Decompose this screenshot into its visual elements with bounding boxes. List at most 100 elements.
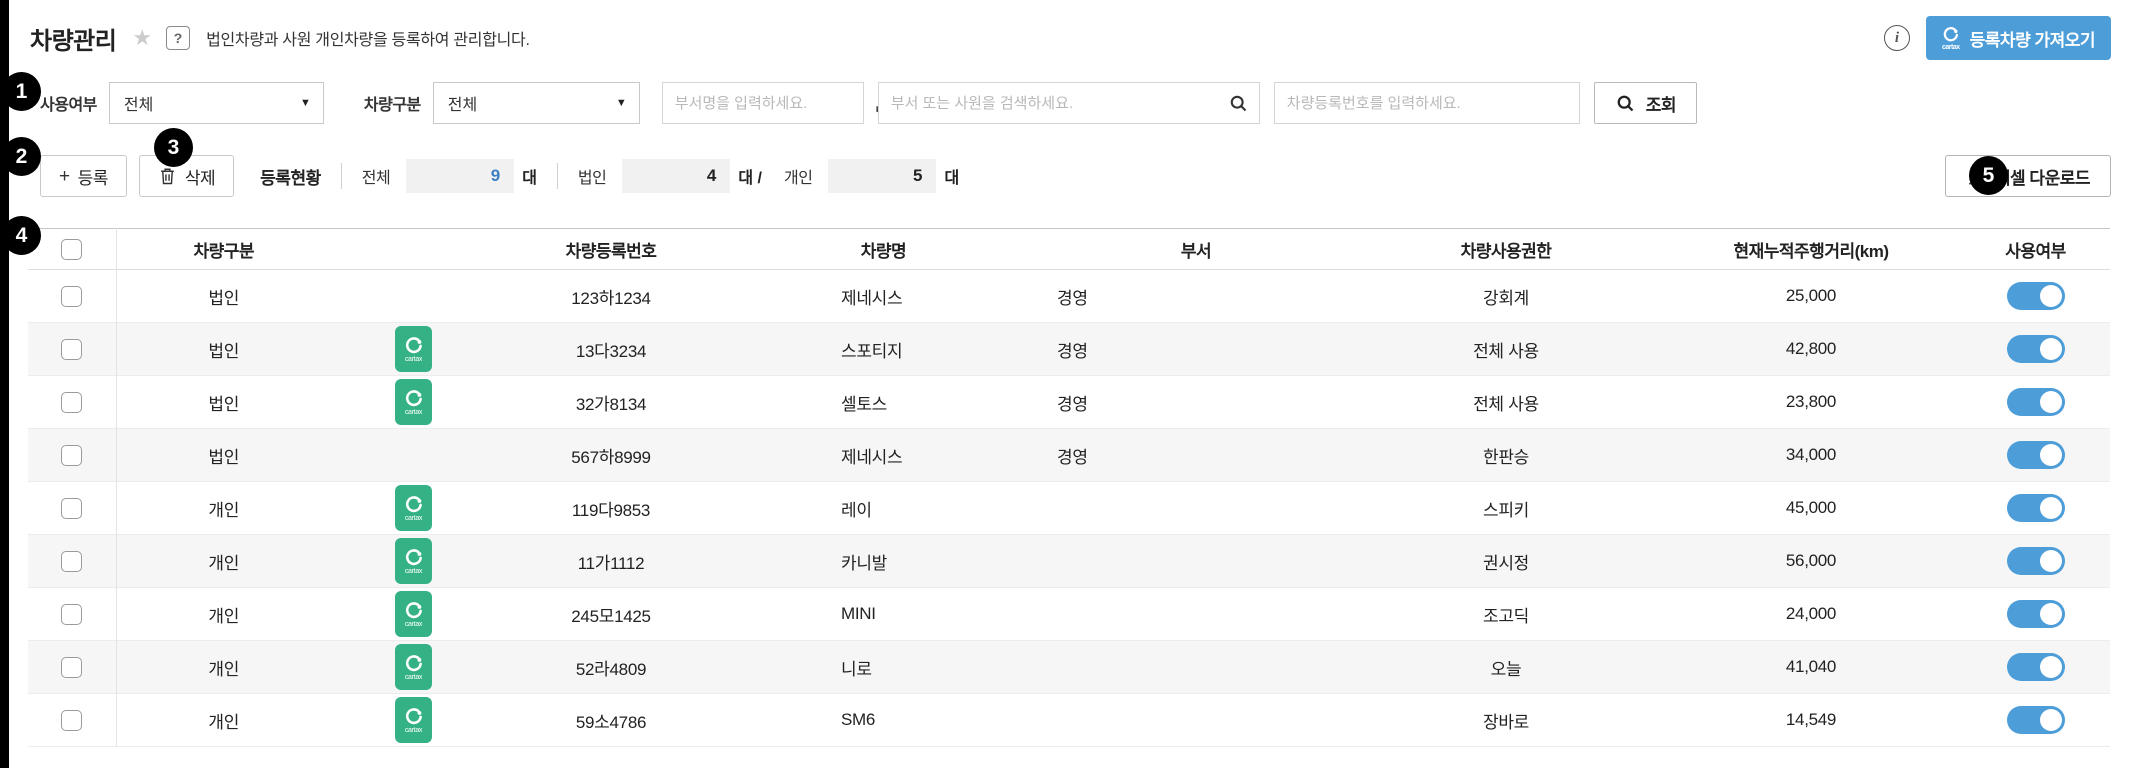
toggle-knob xyxy=(2040,285,2062,307)
dept-or-employee-search-input[interactable] xyxy=(891,95,1228,112)
chevron-down-icon: ▼ xyxy=(300,97,311,109)
table-row: 개인 cartax 245모1425 MINI 조고딕 24,000 xyxy=(28,588,2110,641)
toggle-knob xyxy=(2040,550,2062,572)
table-row: 법인 cartax 32가8134 셀토스 경영 전체 사용 23,800 xyxy=(28,376,2110,429)
vehicle-type-filter-label: 차량구분 xyxy=(364,91,421,115)
cell-usage-permission: 강회계 xyxy=(1351,270,1661,323)
info-icon[interactable]: i xyxy=(1884,25,1910,51)
toggle-knob xyxy=(2040,656,2062,678)
col-header-mileage: 현재누적주행거리(km) xyxy=(1661,229,1961,270)
use-status-select[interactable]: 전체 ▼ xyxy=(109,82,324,124)
use-status-toggle[interactable] xyxy=(2007,335,2065,363)
divider xyxy=(341,163,342,189)
use-status-toggle[interactable] xyxy=(2007,706,2065,734)
cell-usage-permission: 스피키 xyxy=(1351,482,1661,535)
row-checkbox[interactable] xyxy=(61,710,82,731)
annotation-badge-2: 2 xyxy=(2,137,41,176)
use-status-toggle[interactable] xyxy=(2007,653,2065,681)
registration-number-input[interactable] xyxy=(1287,95,1569,112)
cartax-icon: cartax xyxy=(395,485,432,531)
table-toolbar: + 등록 삭제 등록현황 전체 9 대 법인 4 대 / 개인 5 대 엑셀 다… xyxy=(40,154,2111,198)
department-name-inputbox xyxy=(662,82,864,124)
cell-vehicle-type: 법인 xyxy=(116,323,331,376)
annotation-badge-1: 1 xyxy=(2,72,41,111)
cell-vehicle-name: 니로 xyxy=(726,641,1041,694)
divider xyxy=(557,163,558,189)
use-status-toggle[interactable] xyxy=(2007,547,2065,575)
cell-mileage: 34,000 xyxy=(1661,429,1961,482)
cartax-icon: cartax xyxy=(395,326,432,372)
vehicle-table: 차량구분 차량등록번호 차량명 부서 차량사용권한 현재누적주행거리(km) 사… xyxy=(28,228,2110,747)
toggle-knob xyxy=(2040,391,2062,413)
use-status-toggle[interactable] xyxy=(2007,388,2065,416)
cell-mileage: 14,549 xyxy=(1661,694,1961,747)
col-header-cartax-link xyxy=(331,229,496,270)
cell-vehicle-type: 개인 xyxy=(116,535,331,588)
row-checkbox[interactable] xyxy=(61,604,82,625)
cartax-icon: cartax xyxy=(395,538,432,584)
cell-registration-number: 11가1112 xyxy=(496,535,726,588)
cell-vehicle-type: 법인 xyxy=(116,376,331,429)
cell-vehicle-type: 법인 xyxy=(116,270,331,323)
register-button[interactable]: + 등록 xyxy=(40,155,127,197)
use-status-toggle[interactable] xyxy=(2007,494,2065,522)
cell-usage-permission: 한판승 xyxy=(1351,429,1661,482)
cell-vehicle-name: 카니발 xyxy=(726,535,1041,588)
cell-usage-permission: 전체 사용 xyxy=(1351,376,1661,429)
vehicle-table-body: 법인 cartax 123하1234 제네시스 경영 강회계 25,000 법인… xyxy=(28,270,2110,747)
col-header-department: 부서 xyxy=(1041,229,1351,270)
cell-usage-permission: 조고딕 xyxy=(1351,588,1661,641)
cell-mileage: 25,000 xyxy=(1661,270,1961,323)
row-checkbox[interactable] xyxy=(61,657,82,678)
cell-department: 경영 xyxy=(1041,376,1351,429)
table-header-row: 차량구분 차량등록번호 차량명 부서 차량사용권한 현재누적주행거리(km) 사… xyxy=(28,229,2110,270)
col-header-vehicle-type: 차량구분 xyxy=(116,229,331,270)
table-row: 개인 cartax 11가1112 카니발 권시정 56,000 xyxy=(28,535,2110,588)
cell-registration-number: 245모1425 xyxy=(496,588,726,641)
favorite-star-icon[interactable]: ★ xyxy=(132,27,152,49)
cell-vehicle-name: 제네시스 xyxy=(726,270,1041,323)
col-header-usage-permission: 차량사용권한 xyxy=(1351,229,1661,270)
annotation-badge-4: 4 xyxy=(2,216,41,255)
import-button-label: 등록차량 가져오기 xyxy=(1970,26,2095,51)
row-checkbox[interactable] xyxy=(61,392,82,413)
cartax-logo-icon: cartax xyxy=(1942,26,1960,51)
help-icon[interactable]: ? xyxy=(166,26,190,50)
row-checkbox[interactable] xyxy=(61,551,82,572)
cell-mileage: 24,000 xyxy=(1661,588,1961,641)
cell-vehicle-type: 개인 xyxy=(116,588,331,641)
toggle-knob xyxy=(2040,709,2062,731)
row-checkbox[interactable] xyxy=(61,498,82,519)
use-status-toggle[interactable] xyxy=(2007,441,2065,469)
table-row: 법인 cartax 13다3234 스포티지 경영 전체 사용 42,800 xyxy=(28,323,2110,376)
department-name-input[interactable] xyxy=(675,95,874,112)
cartax-icon: cartax xyxy=(395,591,432,637)
cell-vehicle-name: SM6 xyxy=(726,694,1041,747)
page-description: 법인차량과 사원 개인차량을 등록하여 관리합니다. xyxy=(206,26,530,50)
use-status-toggle[interactable] xyxy=(2007,282,2065,310)
cartax-icon: cartax xyxy=(395,697,432,743)
search-submit-button[interactable]: 조회 xyxy=(1594,82,1697,124)
import-registered-vehicles-button[interactable]: cartax 등록차량 가져오기 xyxy=(1926,16,2111,60)
row-checkbox[interactable] xyxy=(61,445,82,466)
dept-or-employee-search-inputbox xyxy=(878,82,1260,124)
plus-icon: + xyxy=(59,167,70,186)
cell-vehicle-type: 법인 xyxy=(116,429,331,482)
cell-vehicle-name: 셀토스 xyxy=(726,376,1041,429)
cell-usage-permission: 장바로 xyxy=(1351,694,1661,747)
search-icon[interactable] xyxy=(1228,93,1249,114)
annotation-badge-3: 3 xyxy=(154,128,193,167)
table-row: 법인 cartax 123하1234 제네시스 경영 강회계 25,000 xyxy=(28,270,2110,323)
trash-icon xyxy=(158,166,177,186)
row-checkbox[interactable] xyxy=(61,286,82,307)
col-header-vehicle-name: 차량명 xyxy=(726,229,1041,270)
cell-vehicle-name: 레이 xyxy=(726,482,1041,535)
vehicle-type-select[interactable]: 전체 ▼ xyxy=(433,82,640,124)
toggle-knob xyxy=(2040,497,2062,519)
cell-department: 경영 xyxy=(1041,270,1351,323)
use-status-toggle[interactable] xyxy=(2007,600,2065,628)
row-checkbox[interactable] xyxy=(61,339,82,360)
chevron-down-icon: ▼ xyxy=(616,97,627,109)
cell-mileage: 23,800 xyxy=(1661,376,1961,429)
select-all-checkbox[interactable] xyxy=(61,239,82,260)
